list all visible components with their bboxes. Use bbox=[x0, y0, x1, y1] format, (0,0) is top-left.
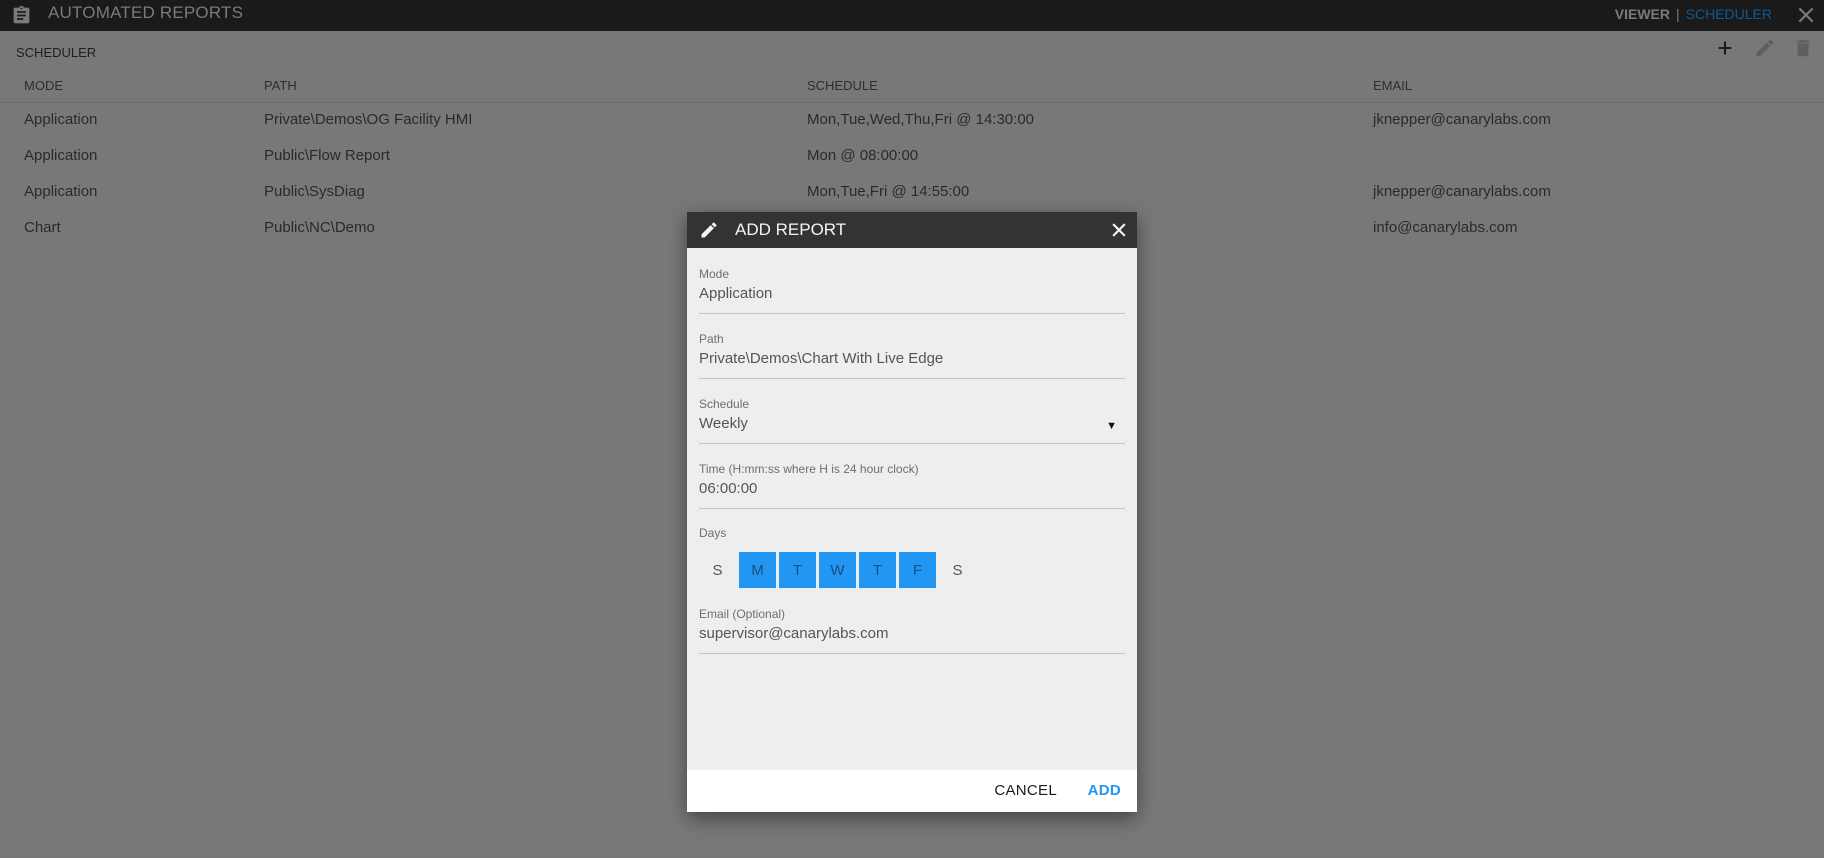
column-header-schedule[interactable]: SCHEDULE bbox=[807, 78, 878, 93]
schedule-field[interactable]: Schedule Weekly ▼ bbox=[699, 396, 1125, 444]
pencil-icon bbox=[701, 222, 717, 238]
chevron-down-icon[interactable]: ▼ bbox=[1106, 420, 1117, 432]
cell-email: jknepper@canarylabs.com bbox=[1373, 183, 1551, 200]
cell-mode: Chart bbox=[24, 219, 61, 236]
nav-separator: | bbox=[1676, 6, 1680, 22]
days-label: Days bbox=[699, 526, 727, 540]
column-header-path[interactable]: PATH bbox=[264, 78, 297, 93]
add-report-dialog: ADD REPORT Mode Path Schedule Weekly ▼ T… bbox=[687, 212, 1137, 812]
clipboard-icon bbox=[13, 5, 30, 24]
day-toggle-wednesday[interactable]: W bbox=[819, 552, 856, 588]
table-row[interactable]: Application Public\Flow Report Mon @ 08:… bbox=[0, 139, 1824, 175]
cancel-button[interactable]: CANCEL bbox=[994, 782, 1057, 799]
pencil-icon[interactable] bbox=[1754, 37, 1776, 59]
path-field: Path bbox=[699, 331, 1125, 379]
cell-path: Public\Flow Report bbox=[264, 147, 390, 164]
email-label: Email (Optional) bbox=[699, 607, 786, 621]
app-header: AUTOMATED REPORTS VIEWER | SCHEDULER bbox=[0, 0, 1824, 31]
view-switcher: VIEWER | SCHEDULER bbox=[1615, 6, 1772, 22]
cell-email: info@canarylabs.com bbox=[1373, 219, 1518, 236]
mode-input[interactable] bbox=[699, 282, 1125, 306]
time-input[interactable] bbox=[699, 477, 1125, 501]
close-icon[interactable] bbox=[1109, 220, 1129, 240]
day-toggle-sunday[interactable]: S bbox=[699, 552, 736, 588]
cell-path: Public\SysDiag bbox=[264, 183, 365, 200]
cell-path: Private\Demos\OG Facility HMI bbox=[264, 111, 473, 128]
day-toggle-saturday[interactable]: S bbox=[939, 552, 976, 588]
cell-mode: Application bbox=[24, 183, 98, 200]
time-field: Time (H:mm:ss where H is 24 hour clock) bbox=[699, 461, 1125, 509]
path-label: Path bbox=[699, 332, 724, 346]
cell-email: jknepper@canarylabs.com bbox=[1373, 111, 1551, 128]
mode-label: Mode bbox=[699, 267, 730, 281]
mode-field: Mode bbox=[699, 266, 1125, 314]
table-row[interactable]: Application Private\Demos\OG Facility HM… bbox=[0, 103, 1824, 139]
column-header-email[interactable]: EMAIL bbox=[1373, 78, 1412, 93]
email-input[interactable] bbox=[699, 622, 1125, 646]
column-header-mode[interactable]: MODE bbox=[24, 78, 63, 93]
dialog-footer: CANCEL ADD bbox=[687, 770, 1137, 812]
day-toggle-thursday[interactable]: T bbox=[859, 552, 896, 588]
day-toggle-monday[interactable]: M bbox=[739, 552, 776, 588]
table-row[interactable]: Application Public\SysDiag Mon,Tue,Fri @… bbox=[0, 175, 1824, 211]
app-title: AUTOMATED REPORTS bbox=[48, 3, 244, 22]
cell-path: Public\NC\Demo bbox=[264, 219, 375, 236]
close-icon[interactable] bbox=[1796, 5, 1816, 25]
days-selector: S M T W T F S bbox=[699, 552, 976, 588]
email-field: Email (Optional) bbox=[699, 606, 1125, 654]
add-button[interactable]: ADD bbox=[1088, 782, 1121, 799]
cell-mode: Application bbox=[24, 147, 98, 164]
cell-schedule: Mon,Tue,Wed,Thu,Fri @ 14:30:00 bbox=[807, 111, 1034, 128]
dialog-header: ADD REPORT bbox=[687, 212, 1137, 248]
plus-icon[interactable] bbox=[1714, 37, 1736, 59]
cell-schedule: Mon @ 08:00:00 bbox=[807, 147, 919, 164]
schedule-label: Schedule bbox=[699, 397, 750, 411]
nav-scheduler-link[interactable]: SCHEDULER bbox=[1686, 6, 1772, 22]
trash-icon[interactable] bbox=[1792, 37, 1814, 59]
day-toggle-tuesday[interactable]: T bbox=[779, 552, 816, 588]
schedule-select[interactable]: Weekly bbox=[699, 412, 1125, 436]
day-toggle-friday[interactable]: F bbox=[899, 552, 936, 588]
cell-schedule: Mon,Tue,Fri @ 14:55:00 bbox=[807, 183, 970, 200]
cell-mode: Application bbox=[24, 111, 98, 128]
dialog-title: ADD REPORT bbox=[735, 220, 847, 239]
nav-viewer-link[interactable]: VIEWER bbox=[1615, 6, 1670, 22]
table-header: MODE PATH SCHEDULE EMAIL bbox=[0, 72, 1824, 103]
time-label: Time (H:mm:ss where H is 24 hour clock) bbox=[699, 462, 919, 476]
path-input[interactable] bbox=[699, 347, 1125, 371]
section-title: SCHEDULER bbox=[16, 45, 97, 60]
